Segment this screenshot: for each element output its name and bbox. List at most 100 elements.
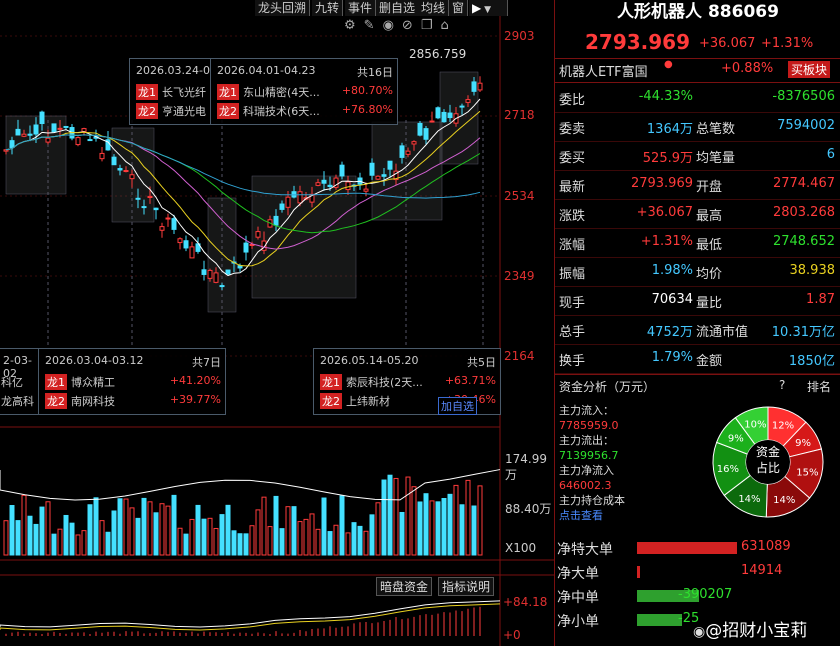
etf-bar[interactable]: 机器人ETF富国 ● +0.88% 买板块 (555, 58, 840, 83)
volume-bar (57, 528, 63, 556)
quote-label: 金额 (696, 354, 723, 369)
stock-title: 人形机器人 886069 (555, 0, 840, 28)
rank-link[interactable]: 排名 (807, 378, 831, 395)
quote-label: 涨跌 (559, 209, 586, 224)
popup-date: 2026.05.14-05.20 (320, 354, 419, 367)
volume-bar (213, 527, 219, 556)
candle-body (57, 127, 63, 130)
leader-popup-1: 2026.03.24-0 龙1 长飞光纤 龙2 亨通光电 (129, 58, 216, 125)
toolbar-item-window[interactable]: 窗 (449, 0, 469, 16)
candle-body (465, 99, 471, 103)
candle-body (189, 246, 195, 259)
eye-icon[interactable]: ◉ (383, 18, 402, 33)
macd-dif-line (0, 600, 501, 628)
leader-stock-name[interactable]: 长飞光纤 (162, 86, 206, 99)
volume-bar (273, 495, 279, 556)
leader-stock-name[interactable]: 龙高科 (1, 393, 34, 409)
candle-body (177, 238, 183, 244)
volume-bar (279, 528, 285, 556)
quote-label: 委比 (559, 93, 586, 108)
volume-bar (303, 518, 309, 556)
leader-pct: +63.71% (444, 374, 496, 387)
volume-bar (381, 479, 387, 556)
gear-icon[interactable]: ⚙ (344, 18, 364, 33)
candle-body (219, 285, 225, 288)
leader-stock-name[interactable]: 科瑞技术(6天... (243, 105, 320, 118)
etf-name[interactable]: 机器人ETF富国 (559, 61, 648, 80)
volume-bar (369, 514, 375, 556)
home-icon[interactable]: ⌂ (440, 18, 456, 33)
candle-body (153, 207, 159, 211)
toolbar-arrow-menu[interactable]: ▶ ▼ (469, 0, 508, 16)
quote-value: +36.067 (636, 205, 693, 220)
candle-body (255, 231, 261, 238)
volume-bar (417, 501, 423, 556)
candle-body (81, 128, 87, 133)
candle-body (477, 82, 483, 91)
toolbar-item-event[interactable]: 事件 (345, 0, 377, 16)
quote-row: 总手 4752万 流通市值 10.31万亿 (555, 315, 840, 345)
volume-bar (471, 505, 477, 556)
volume-bar (27, 515, 33, 556)
quote-value: 1364万 (646, 122, 693, 137)
quote-label: 总手 (559, 325, 586, 340)
volume-bar (9, 505, 15, 556)
buy-sector-button[interactable]: 买板块 (788, 61, 831, 78)
leader-tag: 龙2 (320, 393, 342, 409)
donut-center-label: 资金 (755, 445, 780, 459)
volume-bar (249, 525, 255, 556)
toolbar-item-remove-fav[interactable]: 删自选 (376, 0, 420, 16)
net-order-bar (637, 566, 640, 578)
volume-bar (153, 512, 159, 556)
popup-days: 共7日 (192, 356, 221, 369)
volume-bar (285, 506, 291, 556)
add-favorite-button[interactable]: 加自选 (438, 397, 477, 415)
candle-body (63, 125, 69, 128)
quote-value: 525.9万 (642, 151, 693, 166)
copy-icon[interactable]: ❐ (421, 18, 441, 33)
quote-label: 均笔量 (696, 151, 736, 166)
leader-stock-name[interactable]: 南网科技 (71, 395, 115, 408)
leader-stock-name[interactable]: 亨通光电 (162, 105, 206, 118)
dropdown-icon[interactable]: ▼ (481, 5, 491, 15)
quote-value: 1.98% (651, 263, 693, 278)
leader-stock-name[interactable]: 上纬新材 (346, 395, 390, 408)
candle-body (381, 174, 387, 177)
leader-stock-name[interactable]: 索辰科技(2天... (346, 376, 423, 389)
volume-bar (147, 501, 153, 556)
tab-dark-pool-funds[interactable]: 暗盘资金 (376, 577, 433, 596)
fund-analysis-section: 资金分析（万元） ? 排名 主力流入： 7785959.0 主力流出： 7139… (555, 374, 840, 541)
price-axis-label: 2164 (504, 349, 535, 363)
holding-cost-link[interactable]: 点击查看 (559, 508, 625, 523)
volume-bar (435, 501, 441, 556)
help-icon[interactable]: ? (779, 378, 785, 392)
tab-indicator-help[interactable]: 指标说明 (438, 577, 495, 596)
toolbar-item-ma[interactable]: 均线 (418, 0, 450, 16)
volume-bar (81, 530, 87, 556)
toolbar-item-longtou[interactable]: 龙头回溯 (255, 0, 311, 16)
volume-bar (33, 523, 39, 556)
quote-row: 最新 2793.969 开盘 2774.467 (555, 170, 840, 200)
quote-label: 均价 (696, 267, 723, 282)
donut-slice-label: 9% (795, 438, 811, 449)
quote-label: 涨幅 (559, 238, 586, 253)
volume-bar (441, 497, 447, 556)
eye-off-icon[interactable]: ⊘ (402, 18, 421, 33)
volume-bar (123, 498, 129, 556)
volume-bar (363, 530, 369, 556)
quote-value: 2793.969 (630, 176, 693, 191)
toolbar-item-jiuzhuan[interactable]: 九转 (312, 0, 344, 16)
kline-chart-area[interactable]: 龙头回溯 九转 事件 删自选 均线 窗 ▶ ▼ ⚙✎◉⊘❐⌂ 2903 2718… (0, 0, 554, 646)
volume-bar (339, 495, 345, 556)
toolbar-icon-row: ⚙✎◉⊘❐⌂ (344, 18, 457, 33)
brush-icon[interactable]: ✎ (364, 18, 383, 33)
leader-stock-name[interactable]: 东山精密(4天... (243, 86, 320, 99)
popup-date: 2026.03.24-0 (136, 64, 210, 77)
leader-stock-name[interactable]: 博众精工 (71, 376, 115, 389)
quote-label: 最低 (696, 238, 723, 253)
leader-stock-name[interactable]: 科亿 (1, 374, 23, 390)
volume-bar (177, 527, 183, 556)
quote-table: 委比 -44.33% -8376506 委卖 1364万 总笔数 7594002 委买 525.… (555, 83, 840, 374)
quote-label: 流通市值 (696, 325, 749, 340)
candle-body (285, 196, 291, 208)
